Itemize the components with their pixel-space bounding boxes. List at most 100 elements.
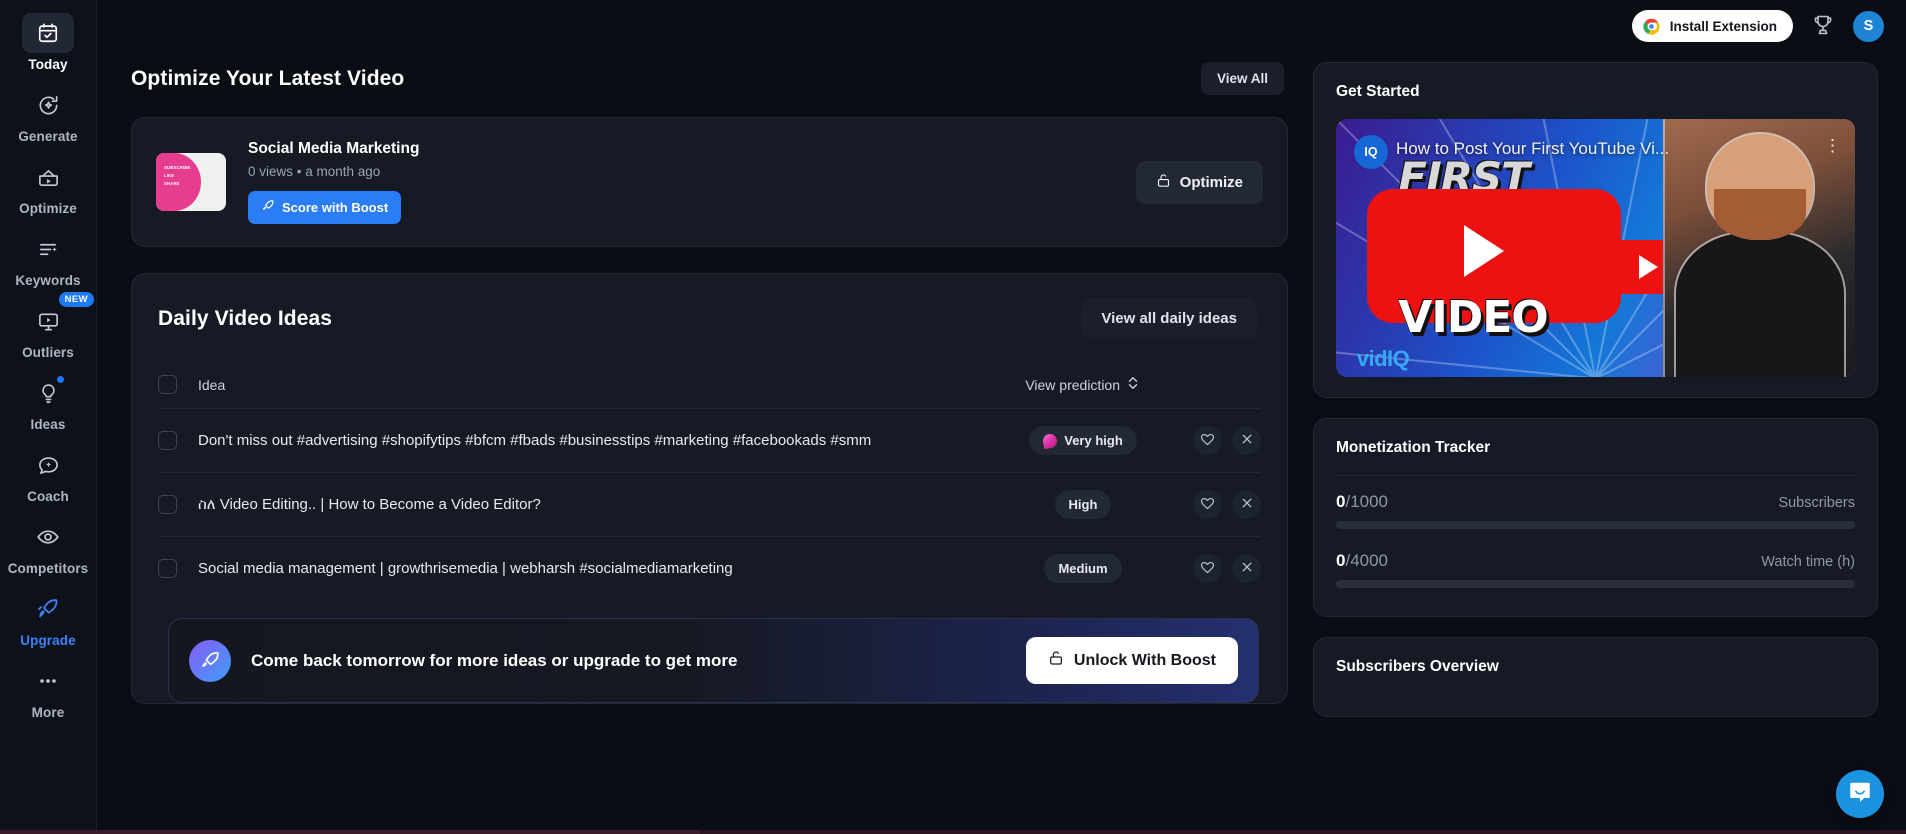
sidebar-label: Optimize <box>19 201 77 216</box>
row-actions <box>1163 554 1261 583</box>
install-extension-label: Install Extension <box>1669 18 1777 34</box>
achievements-button[interactable] <box>1811 13 1835 40</box>
sidebar-item-coach[interactable]: Coach <box>6 438 91 508</box>
score-with-boost-label: Score with Boost <box>282 200 389 215</box>
monetization-metric-line: 0/4000 Watch time (h) <box>1336 551 1855 571</box>
monetization-value: 0/4000 <box>1336 551 1388 571</box>
sidebar-label: More <box>31 705 65 720</box>
daily-ideas-inner: Daily Video Ideas View all daily ideas I… <box>132 274 1287 600</box>
presenter-beard <box>1714 188 1806 241</box>
column-header-prediction[interactable]: View prediction <box>948 375 1163 394</box>
flame-icon <box>1041 432 1059 449</box>
sidebar-item-generate[interactable]: Generate <box>6 78 91 148</box>
thumbnail-word-bottom: VIDEO <box>1398 291 1548 343</box>
row-checkbox[interactable] <box>158 559 177 578</box>
page-title: Optimize Your Latest Video <box>131 66 405 90</box>
chrome-icon <box>1643 17 1660 35</box>
prediction-cell: Very high <box>1003 426 1163 455</box>
progress-bar <box>1336 580 1855 588</box>
heart-icon <box>1200 432 1215 450</box>
lock-icon <box>1048 650 1064 671</box>
filter-sparkle-icon <box>22 229 74 269</box>
row-checkbox[interactable] <box>158 431 177 450</box>
lightbulb-icon <box>22 373 74 413</box>
sidebar-item-ideas[interactable]: Ideas <box>6 366 91 436</box>
install-extension-button[interactable]: Install Extension <box>1631 10 1793 42</box>
favorite-button[interactable] <box>1193 490 1222 519</box>
channel-avatar: IQ <box>1354 135 1388 169</box>
sidebar-label: Competitors <box>7 561 89 576</box>
get-started-card: Get Started FIRST VIDEO vidIQ IQ How to … <box>1313 62 1878 398</box>
divider <box>1336 475 1855 476</box>
close-icon <box>1240 432 1254 449</box>
monetization-label: Watch time (h) <box>1761 554 1855 570</box>
sidebar-item-upgrade[interactable]: Upgrade <box>6 582 91 652</box>
row-actions <box>1163 490 1261 519</box>
thumbnail-line: SUBSCRIBE <box>164 165 191 170</box>
progress-bar <box>1336 521 1855 529</box>
select-all-checkbox[interactable] <box>158 375 177 394</box>
favorite-button[interactable] <box>1193 426 1222 455</box>
sidebar-label: Coach <box>27 489 69 504</box>
get-started-video[interactable]: FIRST VIDEO vidIQ IQ How to Post Your Fi… <box>1336 119 1855 377</box>
view-all-daily-ideas-button[interactable]: View all daily ideas <box>1081 298 1257 339</box>
channel-initials: IQ <box>1364 145 1378 159</box>
unlock-with-boost-button[interactable]: Unlock With Boost <box>1025 637 1238 684</box>
heart-icon <box>1200 560 1215 578</box>
monetization-metric: 0/1000 Subscribers <box>1336 492 1855 529</box>
sidebar-label: Outliers <box>22 345 74 360</box>
avatar-initial: S <box>1863 18 1874 34</box>
video-thumbnail[interactable]: SUBSCRIBE LIKE SHARE <box>156 153 226 211</box>
monetization-value: 0/1000 <box>1336 492 1388 512</box>
table-header-row: Idea View prediction <box>158 361 1261 409</box>
intercom-chat-button[interactable] <box>1836 770 1884 818</box>
bottom-strip <box>0 830 1906 834</box>
avatar[interactable]: S <box>1853 10 1884 42</box>
favorite-button[interactable] <box>1193 554 1222 583</box>
sidebar-item-competitors[interactable]: Competitors <box>6 510 91 580</box>
dismiss-button[interactable] <box>1232 554 1261 583</box>
thumbnail-line: SHARE <box>164 181 180 187</box>
sidebar: Today Generate Optimize Keywords NEW Out… <box>0 0 97 834</box>
table-row: Don't miss out #advertising #shopifytips… <box>158 409 1261 473</box>
sidebar-item-more[interactable]: More <box>6 654 91 724</box>
prediction-cell: High <box>1003 490 1163 519</box>
vidiq-watermark-text: vid <box>1356 345 1388 371</box>
monetization-label: Subscribers <box>1778 495 1855 511</box>
column-header-idea: Idea <box>198 376 226 393</box>
get-started-title: Get Started <box>1336 83 1420 100</box>
sidebar-item-keywords[interactable]: Keywords <box>6 222 91 292</box>
unlock-with-boost-label: Unlock With Boost <box>1073 651 1216 669</box>
sidebar-item-today[interactable]: Today <box>6 6 91 76</box>
sidebar-label: Generate <box>18 129 78 144</box>
trophy-icon <box>1811 13 1835 40</box>
score-with-boost-button[interactable]: Score with Boost <box>248 191 402 224</box>
row-checkbox[interactable] <box>158 495 177 514</box>
rocket-icon <box>261 199 275 216</box>
prediction-badge: High <box>1054 490 1112 519</box>
idea-text: Don't miss out #advertising #shopifytips… <box>198 431 872 449</box>
monetization-tracker-card: Monetization Tracker 0/1000 Subscribers <box>1313 418 1878 617</box>
prediction-cell: Medium <box>1003 554 1163 583</box>
monetization-target: /4000 <box>1345 551 1389 570</box>
main-content: Optimize Your Latest Video View All SUBS… <box>97 0 1906 834</box>
more-options-icon[interactable]: ⋮ <box>1824 137 1841 154</box>
view-all-button[interactable]: View All <box>1200 62 1284 95</box>
sidebar-label: Keywords <box>15 273 81 288</box>
ideas-table: Idea View prediction Don't miss out #adv… <box>158 361 1261 600</box>
table-row: Social media management | growthrisemedi… <box>158 537 1261 600</box>
idea-text: ስለ Video Editing.. | How to Become a Vid… <box>198 495 541 513</box>
daily-ideas-section: Daily Video Ideas View all daily ideas I… <box>131 273 1288 704</box>
video-overlay-title: How to Post Your First YouTube Vi... <box>1396 139 1670 158</box>
close-icon <box>1240 496 1254 513</box>
sidebar-item-outliers[interactable]: NEW Outliers <box>6 292 94 364</box>
optimize-label: Optimize <box>1179 173 1243 191</box>
optimize-button[interactable]: Optimize <box>1135 160 1263 204</box>
sidebar-label: Ideas <box>30 417 66 432</box>
presenter-body <box>1676 232 1844 377</box>
dismiss-button[interactable] <box>1232 426 1261 455</box>
dismiss-button[interactable] <box>1232 490 1261 519</box>
daily-ideas-card: Daily Video Ideas View all daily ideas I… <box>131 273 1288 704</box>
sidebar-item-optimize[interactable]: Optimize <box>6 150 91 220</box>
monetization-metric: 0/4000 Watch time (h) <box>1336 551 1855 588</box>
